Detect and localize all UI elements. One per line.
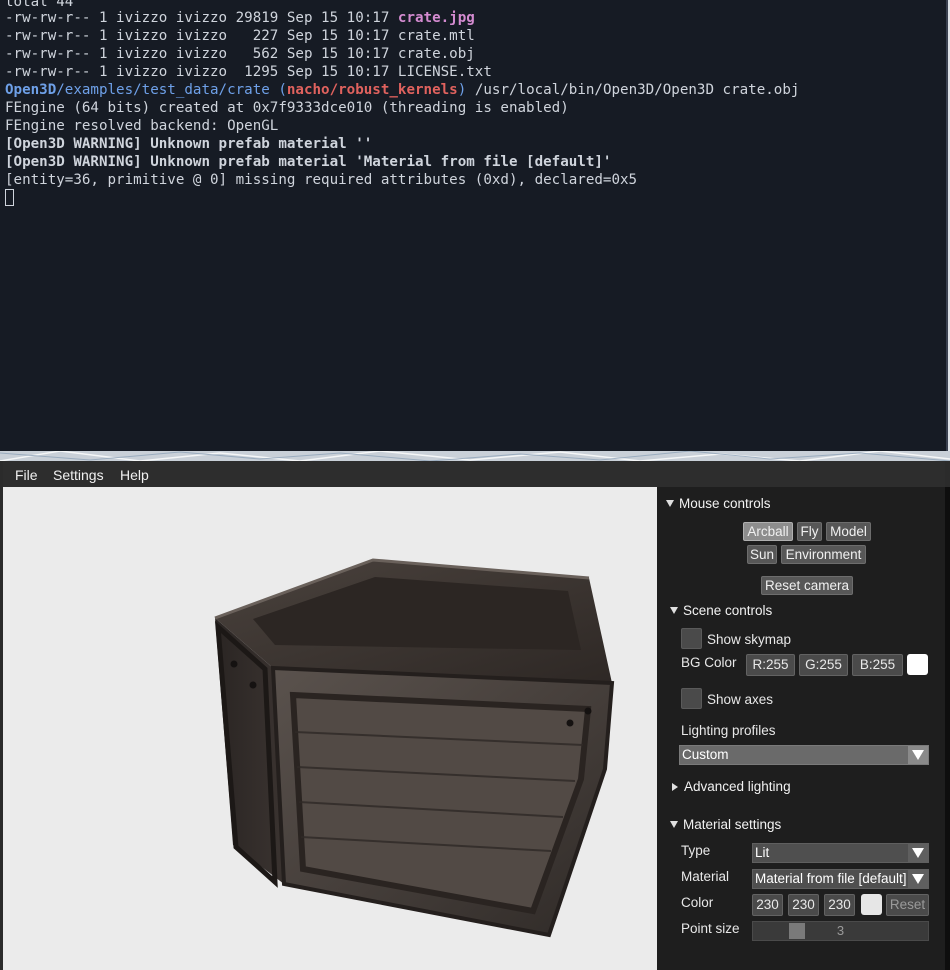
menu-help[interactable]: Help xyxy=(120,467,149,483)
terminal-line: -rw-rw-r-- 1 ivizzo ivizzo 227 Sep 15 10… xyxy=(5,28,475,44)
terminal-line: -rw-rw-r-- 1 ivizzo ivizzo 29819 Sep 15 … xyxy=(5,10,475,26)
dropdown-arrow-icon xyxy=(908,870,928,888)
collapse-triangle-icon xyxy=(670,821,678,828)
collapse-triangle-icon xyxy=(666,500,674,507)
show-skymap-checkbox[interactable] xyxy=(681,628,702,649)
lighting-profiles-label: Lighting profiles xyxy=(681,723,776,738)
material-color-r-field[interactable]: 230 xyxy=(752,894,783,916)
terminal-warning-line: [Open3D WARNING] Unknown prefab material… xyxy=(5,136,373,152)
dropdown-arrow-icon xyxy=(908,844,928,862)
environment-button[interactable]: Environment xyxy=(781,545,866,564)
material-color-swatch[interactable] xyxy=(861,894,882,915)
material-color-label: Color xyxy=(681,895,714,910)
point-size-value: 3 xyxy=(836,923,845,938)
point-size-label: Point size xyxy=(681,921,740,936)
sun-button[interactable]: Sun xyxy=(747,545,777,564)
terminal-scrollbar[interactable] xyxy=(946,0,948,451)
bg-color-b-field[interactable]: B:255 xyxy=(852,654,903,676)
menu-bar: File Settings Help xyxy=(3,461,945,488)
slider-handle[interactable] xyxy=(789,923,805,939)
show-axes-label: Show axes xyxy=(707,692,774,707)
material-color-g-field[interactable]: 230 xyxy=(788,894,819,916)
material-type-dropdown[interactable]: Lit xyxy=(752,843,929,863)
material-color-b-field[interactable]: 230 xyxy=(824,894,855,916)
mouse-controls-header[interactable]: Mouse controls xyxy=(666,496,771,511)
3d-viewport[interactable] xyxy=(3,487,657,970)
dropdown-arrow-icon xyxy=(908,746,928,764)
lighting-profile-dropdown[interactable]: Custom xyxy=(679,745,929,765)
desktop-background xyxy=(0,451,950,461)
terminal-window[interactable]: total 44 -rw-rw-r-- 1 ivizzo ivizzo 2981… xyxy=(0,0,948,451)
bg-color-label: BG Color xyxy=(681,655,737,670)
panel-edge xyxy=(945,487,950,970)
bg-color-g-field[interactable]: G:255 xyxy=(799,654,848,676)
show-skymap-label: Show skymap xyxy=(707,632,792,647)
show-axes-checkbox[interactable] xyxy=(681,688,702,709)
expand-triangle-icon xyxy=(672,783,678,791)
crate-model xyxy=(214,558,615,938)
reset-camera-button[interactable]: Reset camera xyxy=(761,576,853,595)
settings-panel: Mouse controls Arcball Fly Model Sun Env… xyxy=(657,487,945,970)
arcball-button[interactable]: Arcball xyxy=(743,522,793,541)
terminal-line: [entity=36, primitive @ 0] missing requi… xyxy=(5,172,638,188)
terminal-line: -rw-rw-r-- 1 ivizzo ivizzo 562 Sep 15 10… xyxy=(5,46,475,62)
bg-color-r-field[interactable]: R:255 xyxy=(746,654,795,676)
material-settings-header[interactable]: Material settings xyxy=(670,817,781,832)
material-dropdown[interactable]: Material from file [default] xyxy=(752,869,929,889)
menu-settings[interactable]: Settings xyxy=(53,467,104,483)
open3d-window: File Settings Help Mouse controls Arcbal… xyxy=(0,461,950,970)
collapse-triangle-icon xyxy=(670,607,678,614)
material-type-label: Type xyxy=(681,843,711,858)
point-size-slider[interactable]: 3 xyxy=(752,921,929,941)
scene-controls-header[interactable]: Scene controls xyxy=(670,603,772,618)
material-label: Material xyxy=(681,869,730,884)
model-button[interactable]: Model xyxy=(826,522,871,541)
bg-color-swatch[interactable] xyxy=(907,654,928,675)
terminal-line: -rw-rw-r-- 1 ivizzo ivizzo 1295 Sep 15 1… xyxy=(5,64,492,80)
terminal-line: FEngine (64 bits) created at 0x7f9333dce… xyxy=(5,100,569,116)
menu-file[interactable]: File xyxy=(15,467,38,483)
terminal-cursor xyxy=(5,189,14,206)
fly-button[interactable]: Fly xyxy=(797,522,822,541)
terminal-warning-line: [Open3D WARNING] Unknown prefab material… xyxy=(5,154,612,170)
material-color-reset-button[interactable]: Reset xyxy=(886,894,929,916)
terminal-line: FEngine resolved backend: OpenGL xyxy=(5,118,279,134)
advanced-lighting-header[interactable]: Advanced lighting xyxy=(670,779,791,794)
terminal-prompt: Open3D/examples/test_data/crate (nacho/r… xyxy=(5,82,800,98)
